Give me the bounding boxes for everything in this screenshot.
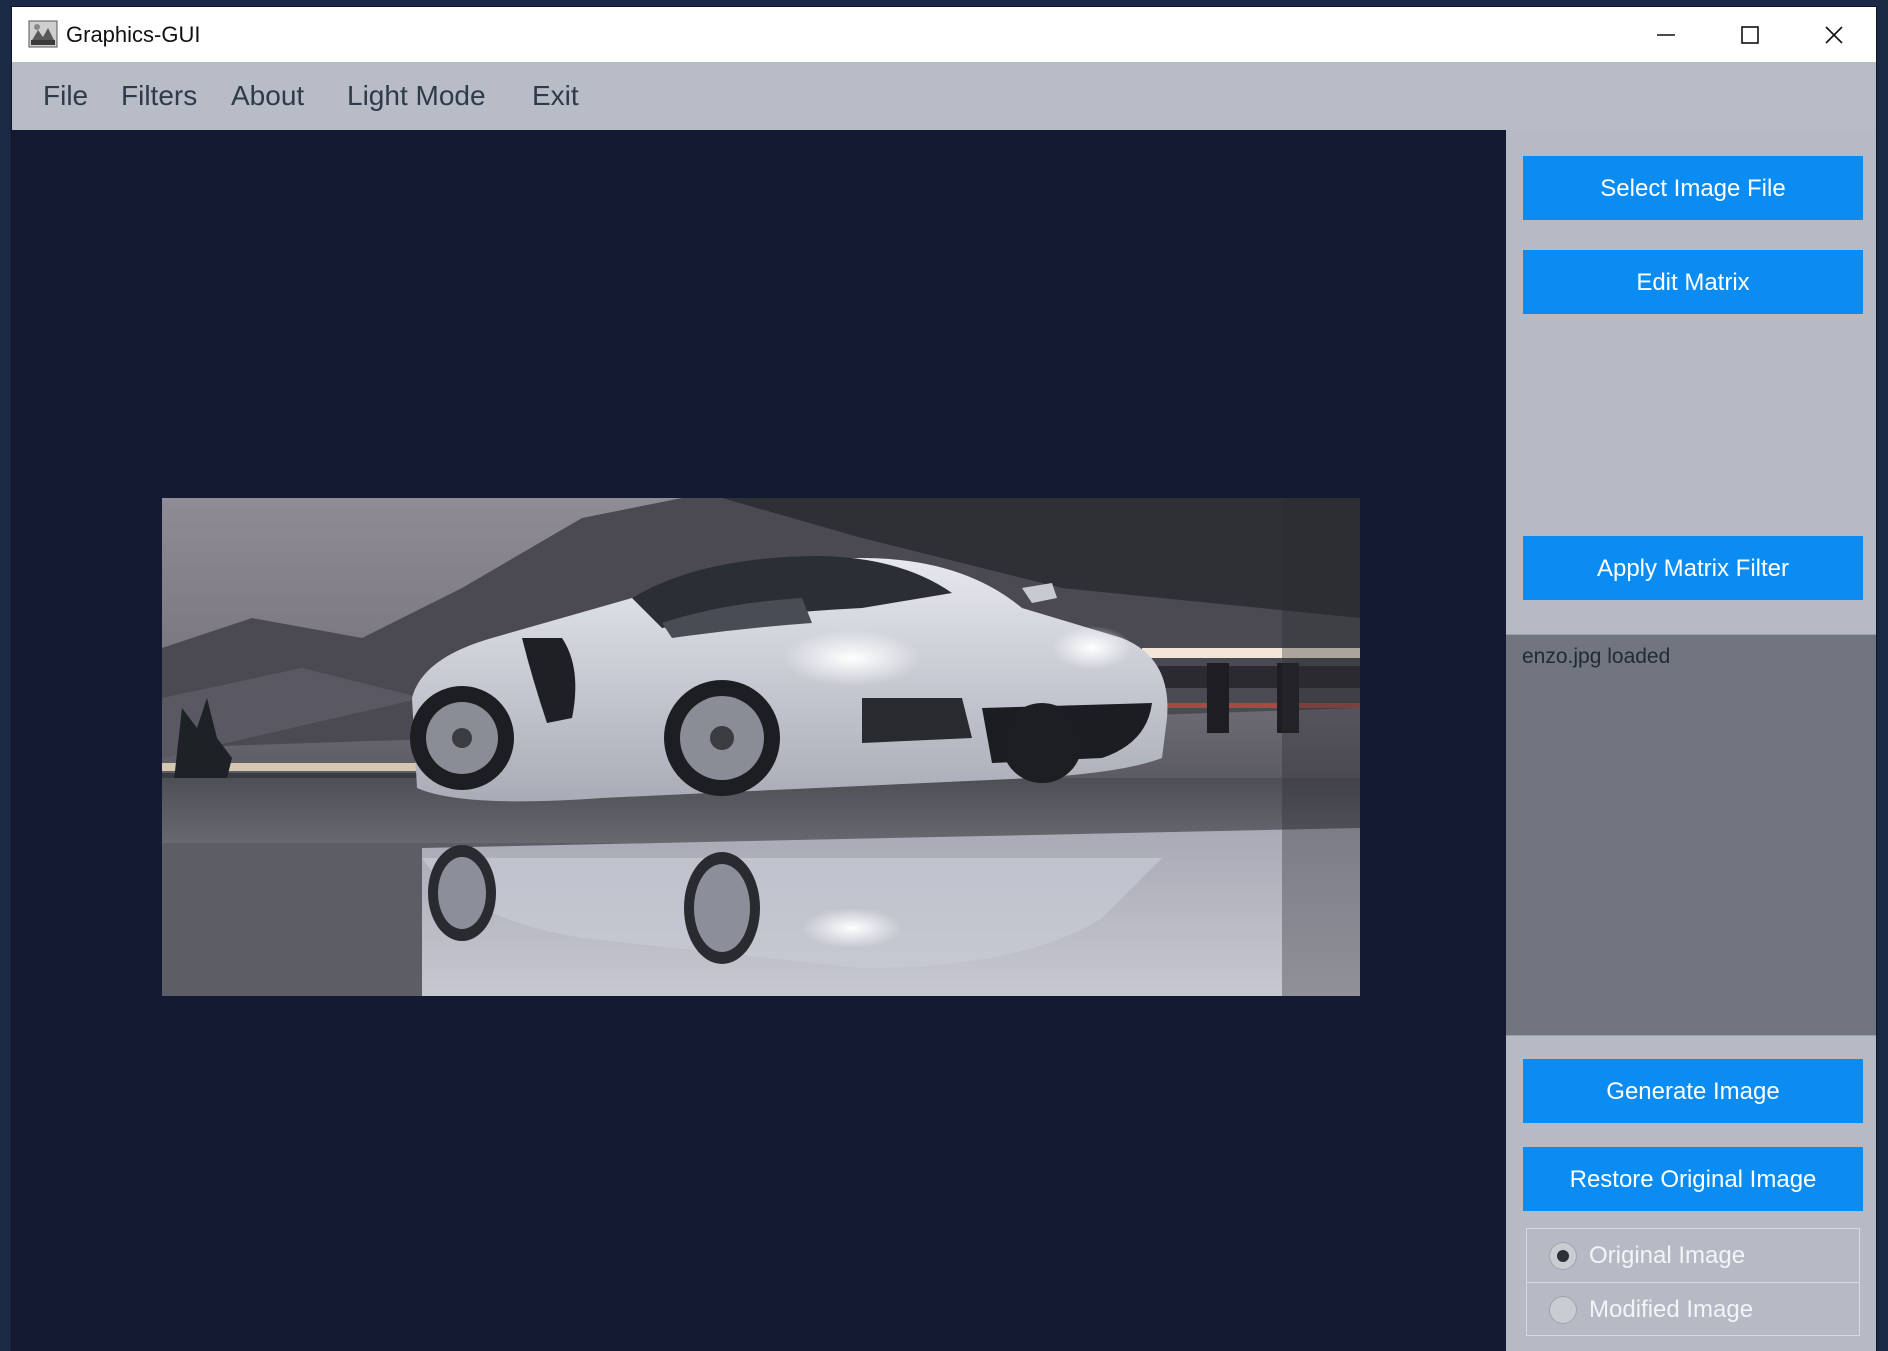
restore-original-image-button[interactable]: Restore Original Image	[1523, 1147, 1863, 1211]
maximize-icon	[1739, 24, 1761, 46]
radio-original-image[interactable]: Original Image	[1527, 1229, 1859, 1283]
image-preview	[162, 498, 1360, 996]
minimize-icon	[1655, 24, 1677, 46]
menu-about[interactable]: About	[231, 62, 304, 130]
log-message: enzo.jpg loaded	[1522, 645, 1671, 668]
app-window: Graphics-GUI File Filters About Light Mo…	[12, 7, 1876, 1351]
image-view-radio-group: Original Image Modified Image	[1526, 1228, 1860, 1336]
log-output: enzo.jpg loaded	[1506, 634, 1876, 1036]
apply-matrix-filter-button[interactable]: Apply Matrix Filter	[1523, 536, 1863, 600]
close-icon	[1823, 24, 1845, 46]
close-button[interactable]	[1792, 7, 1876, 62]
radio-modified-label: Modified Image	[1589, 1295, 1754, 1323]
radio-modified-image[interactable]: Modified Image	[1527, 1283, 1859, 1336]
app-logo-icon	[28, 20, 58, 48]
control-panel: Select Image File Edit Matrix Apply Matr…	[1506, 130, 1876, 1351]
generate-image-button[interactable]: Generate Image	[1523, 1059, 1863, 1123]
select-image-file-button[interactable]: Select Image File	[1523, 156, 1863, 220]
edit-matrix-button[interactable]: Edit Matrix	[1523, 250, 1863, 314]
minimize-button[interactable]	[1624, 7, 1708, 62]
menu-bar: File Filters About Light Mode Exit	[12, 62, 1876, 130]
radio-original-label: Original Image	[1589, 1241, 1746, 1269]
car-photo	[162, 498, 1360, 996]
window-title: Graphics-GUI	[66, 22, 201, 47]
menu-exit[interactable]: Exit	[532, 62, 579, 130]
menu-file[interactable]: File	[43, 62, 88, 130]
title-bar: Graphics-GUI	[12, 7, 1876, 62]
radio-unchecked-icon[interactable]	[1549, 1295, 1577, 1324]
radio-checked-icon[interactable]	[1549, 1241, 1577, 1270]
image-canvas	[12, 130, 1506, 1351]
maximize-button[interactable]	[1708, 7, 1792, 62]
menu-light-mode[interactable]: Light Mode	[347, 62, 486, 130]
menu-filters[interactable]: Filters	[121, 62, 197, 130]
